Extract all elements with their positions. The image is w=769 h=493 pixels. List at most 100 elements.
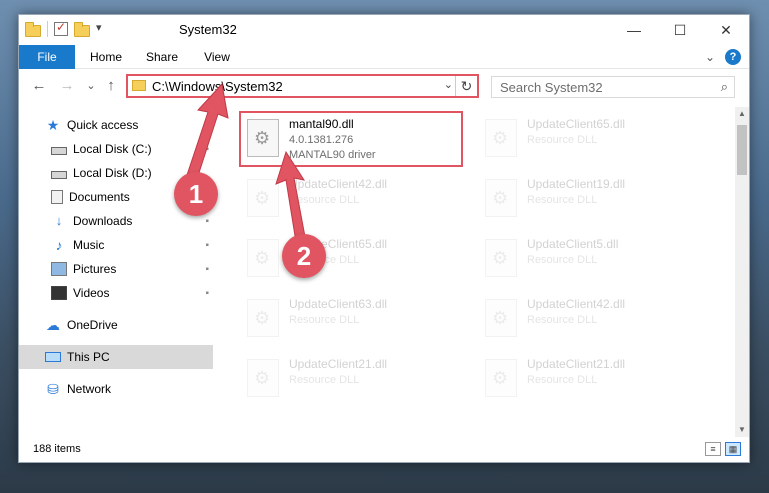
file-name: UpdateClient5.dll	[527, 237, 619, 251]
sidebar-item-label: Quick access	[67, 118, 139, 132]
view-toggle: ≡ ▦	[705, 442, 741, 456]
minimize-button[interactable]: —	[611, 15, 657, 45]
item-count: 188 items	[33, 443, 81, 455]
file-description: Resource DLL	[289, 314, 360, 326]
tiles-view-icon[interactable]: ▦	[725, 442, 741, 456]
cloud-icon: ☁	[46, 317, 60, 333]
pin-icon[interactable]: ▪	[205, 240, 209, 251]
search-box[interactable]: ⌕	[491, 76, 735, 98]
file-item[interactable]: UpdateClient19.dll Resource DLL	[479, 173, 709, 229]
search-input[interactable]	[492, 77, 702, 97]
sidebar-item-label: OneDrive	[67, 318, 118, 332]
forward-button[interactable]: →	[57, 76, 77, 96]
window-controls: — ☐ ✕	[611, 15, 749, 45]
help-icon[interactable]: ?	[725, 49, 741, 65]
file-name: UpdateClient63.dll	[289, 297, 388, 311]
address-dropdown-icon[interactable]: ⌄	[444, 78, 453, 91]
file-item[interactable]: UpdateClient42.dll Resource DLL	[479, 293, 709, 349]
tab-share[interactable]: Share	[139, 45, 185, 69]
file-item[interactable]: UpdateClient65.dll Resource DLL	[241, 233, 471, 289]
vertical-scrollbar[interactable]: ▲ ▼	[735, 107, 749, 437]
file-description: Resource DLL	[527, 314, 598, 326]
back-button[interactable]: ←	[29, 76, 49, 96]
address-bar[interactable]: C:\Windows\System32 ⌄ ↻	[126, 74, 479, 98]
pin-icon[interactable]: ▪	[205, 288, 209, 299]
pin-icon[interactable]: ▪	[205, 264, 209, 275]
sidebar-item-label: Pictures	[73, 262, 117, 276]
sidebar-item-label: Network	[67, 382, 112, 396]
title-bar: ▾ System32 — ☐ ✕	[19, 15, 749, 45]
file-item[interactable]: UpdateClient63.dll Resource DLL	[241, 293, 471, 349]
pin-icon[interactable]: ▪	[205, 216, 209, 227]
tab-home[interactable]: Home	[81, 45, 131, 69]
quick-access-toolbar: ▾	[25, 20, 112, 37]
file-item[interactable]: UpdateClient5.dll Resource DLL	[479, 233, 709, 289]
sidebar-item-onedrive[interactable]: ☁ OneDrive	[19, 313, 213, 337]
sidebar-item-network[interactable]: ⛁ Network	[19, 377, 213, 401]
tab-view[interactable]: View	[195, 45, 239, 69]
ribbon-collapse-icon[interactable]: ⌄	[705, 50, 715, 64]
details-view-icon[interactable]: ≡	[705, 442, 721, 456]
sidebar-item-label: This PC	[67, 350, 110, 364]
status-bar: 188 items ≡ ▦	[19, 438, 749, 462]
scrollbar-thumb[interactable]	[737, 125, 747, 175]
dll-file-icon	[485, 179, 517, 217]
search-icon[interactable]: ⌕	[721, 79, 728, 95]
file-description: Resource DLL	[527, 194, 598, 206]
window-title: System32	[179, 22, 237, 37]
new-folder-icon[interactable]	[74, 21, 90, 37]
file-highlight-box	[239, 111, 463, 167]
pin-icon[interactable]: ▪	[205, 144, 209, 155]
sidebar-item-this-pc[interactable]: This PC	[19, 345, 213, 369]
sidebar-item-pictures[interactable]: Pictures ▪	[19, 257, 213, 281]
file-name: UpdateClient65.dll	[527, 117, 626, 131]
sidebar-item-label: Local Disk (C:)	[73, 142, 152, 156]
file-name: UpdateClient42.dll	[289, 177, 388, 191]
step-badge-2: 2	[282, 234, 326, 278]
navigation-pane: ★ Quick access Local Disk (C:) ▪ Local D…	[19, 107, 213, 437]
dll-file-icon	[485, 359, 517, 397]
network-icon: ⛁	[47, 381, 59, 397]
music-icon: ♪	[55, 237, 63, 253]
sidebar-item-label: Downloads	[73, 214, 133, 228]
file-item[interactable]: UpdateClient42.dll Resource DLL	[241, 173, 471, 229]
sidebar-item-label: Music	[73, 238, 105, 252]
customize-toolbar-icon[interactable]: ▾	[96, 21, 112, 37]
dll-file-icon	[485, 239, 517, 277]
scroll-down-icon[interactable]: ▼	[735, 423, 749, 437]
pictures-icon	[51, 262, 67, 276]
tab-file[interactable]: File	[19, 45, 75, 69]
disk-icon	[51, 170, 67, 179]
ribbon-right-controls: ⌄ ?	[705, 49, 741, 65]
sidebar-item-videos[interactable]: Videos ▪	[19, 281, 213, 305]
step-badge-1: 1	[174, 172, 218, 216]
scroll-up-icon[interactable]: ▲	[735, 107, 749, 121]
file-item[interactable]: UpdateClient65.dll Resource DLL	[479, 113, 709, 169]
sidebar-item-label: Documents	[69, 190, 130, 204]
maximize-button[interactable]: ☐	[657, 15, 703, 45]
file-item[interactable]: UpdateClient21.dll Resource DLL	[241, 353, 471, 409]
address-path[interactable]: C:\Windows\System32	[152, 79, 283, 94]
dll-file-icon	[247, 239, 279, 277]
file-name: UpdateClient42.dll	[527, 297, 626, 311]
file-name: UpdateClient21.dll	[527, 357, 626, 371]
dll-file-icon	[485, 299, 517, 337]
sidebar-item-music[interactable]: ♪ Music ▪	[19, 233, 213, 257]
refresh-button[interactable]: ↻	[455, 76, 477, 96]
up-button[interactable]: ↑	[101, 76, 121, 96]
file-item[interactable]: UpdateClient21.dll Resource DLL	[479, 353, 709, 409]
dll-file-icon	[247, 299, 279, 337]
file-description: Resource DLL	[527, 374, 598, 386]
sidebar-item-quick-access[interactable]: ★ Quick access	[19, 113, 213, 137]
close-button[interactable]: ✕	[703, 15, 749, 45]
recent-locations-button[interactable]: ⌄	[81, 76, 101, 96]
videos-icon	[51, 286, 67, 300]
address-folder-icon	[132, 80, 146, 91]
properties-icon[interactable]	[54, 20, 68, 36]
documents-icon	[51, 190, 63, 204]
file-description: Resource DLL	[527, 254, 598, 266]
sidebar-item-local-disk-c[interactable]: Local Disk (C:) ▪	[19, 137, 213, 161]
sidebar-item-label: Videos	[73, 286, 110, 300]
file-name: UpdateClient21.dll	[289, 357, 388, 371]
navigation-bar: ← → ⌄ ↑ C:\Windows\System32 ⌄ ↻ ⌕	[19, 70, 749, 102]
